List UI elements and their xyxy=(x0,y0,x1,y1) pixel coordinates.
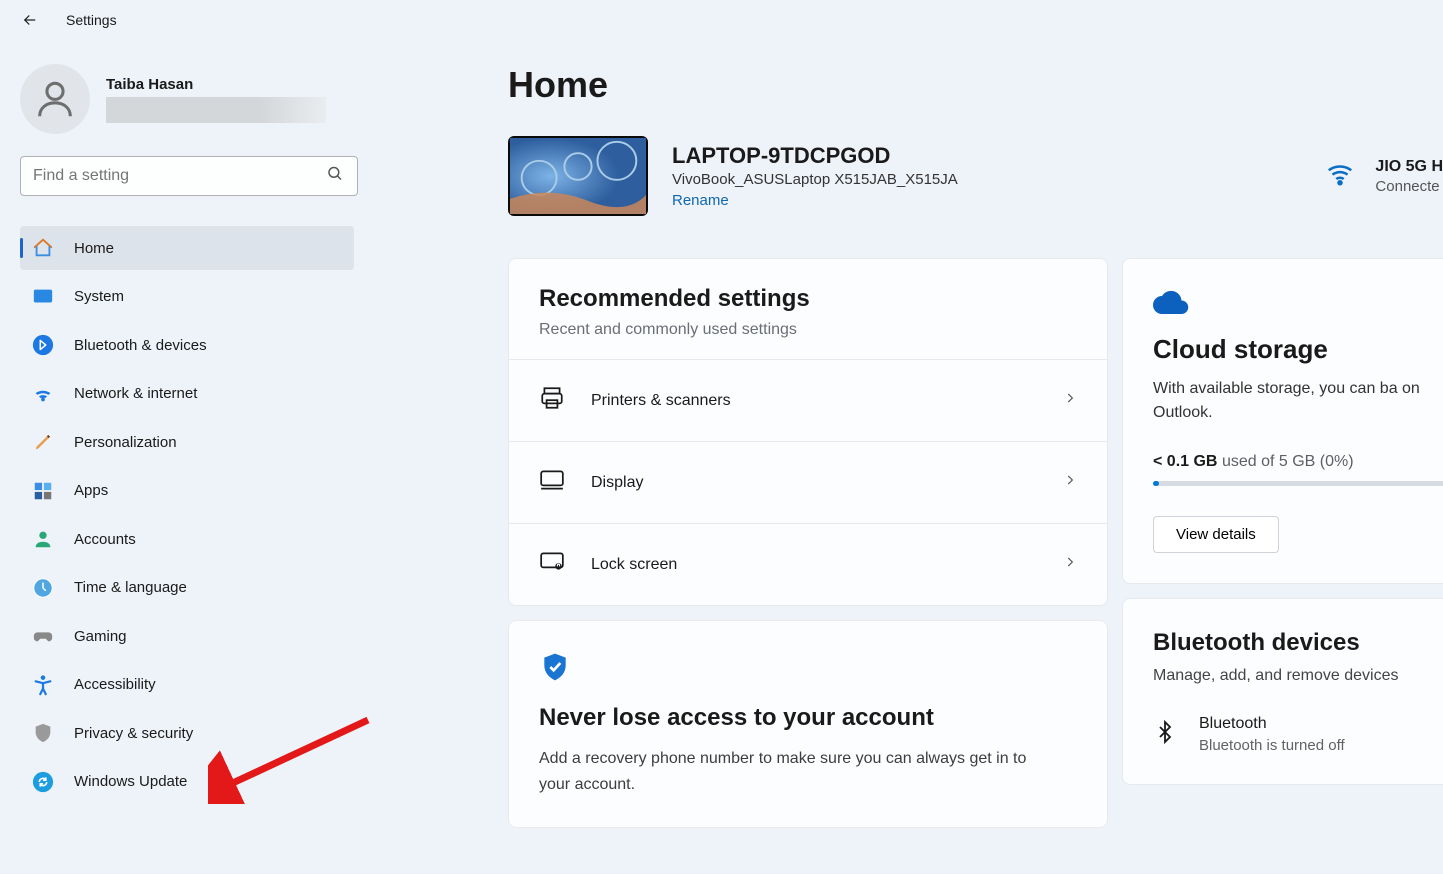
cloud-storage-card: Cloud storage With available storage, yo… xyxy=(1122,258,1443,584)
account-icon xyxy=(32,528,54,550)
list-item-printers[interactable]: Printers & scanners xyxy=(509,359,1107,441)
main-content: Home LAPTOP-9TDCPGOD VivoBook_ASUSLaptop… xyxy=(360,44,1443,874)
sidebar-item-label: Accounts xyxy=(74,531,136,548)
list-item-label: Printers & scanners xyxy=(591,392,731,410)
sidebar-item-label: Privacy & security xyxy=(74,725,193,742)
sidebar-item-apps[interactable]: Apps xyxy=(20,469,354,513)
sidebar-item-bluetooth[interactable]: Bluetooth & devices xyxy=(20,323,354,367)
device-thumbnail[interactable] xyxy=(508,136,648,216)
list-item-label: Lock screen xyxy=(591,556,677,574)
recommended-title: Recommended settings xyxy=(539,285,1077,313)
chevron-right-icon xyxy=(1063,473,1077,492)
arrow-left-icon xyxy=(21,11,39,29)
sidebar-item-label: Apps xyxy=(74,482,108,499)
home-icon xyxy=(32,237,54,259)
device-model: VivoBook_ASUSLaptop X515JAB_X515JA xyxy=(672,171,958,188)
view-details-button[interactable]: View details xyxy=(1153,516,1279,553)
profile-block[interactable]: Taiba Hasan xyxy=(20,44,354,156)
wifi-icon xyxy=(32,383,54,405)
sidebar-item-label: Network & internet xyxy=(74,385,197,402)
app-title: Settings xyxy=(66,12,117,28)
sidebar-item-label: Windows Update xyxy=(74,773,187,790)
sidebar-item-accounts[interactable]: Accounts xyxy=(20,517,354,561)
sidebar-item-label: System xyxy=(74,288,124,305)
accessibility-icon xyxy=(32,674,54,696)
bluetooth-row[interactable]: Bluetooth Bluetooth is turned off xyxy=(1153,685,1443,754)
sidebar-item-time[interactable]: Time & language xyxy=(20,566,354,610)
cloud-icon xyxy=(1153,302,1189,319)
sidebar-item-privacy[interactable]: Privacy & security xyxy=(20,711,354,755)
search-wrap xyxy=(20,156,358,196)
device-name: LAPTOP-9TDCPGOD xyxy=(672,143,958,169)
monitor-icon xyxy=(32,286,54,308)
profile-name: Taiba Hasan xyxy=(106,76,326,93)
sidebar-item-personalization[interactable]: Personalization xyxy=(20,420,354,464)
bluetooth-icon xyxy=(32,334,54,356)
search-icon xyxy=(326,165,344,188)
apps-icon xyxy=(32,480,54,502)
account-recovery-subtitle: Add a recovery phone number to make sure… xyxy=(539,746,1059,797)
recommended-subtitle: Recent and commonly used settings xyxy=(539,321,1077,339)
wifi-icon xyxy=(1325,159,1355,194)
lockscreen-icon xyxy=(539,549,565,580)
sidebar-item-label: Time & language xyxy=(74,579,187,596)
chevron-right-icon xyxy=(1063,555,1077,574)
profile-subtext-redacted xyxy=(106,97,326,123)
wifi-substatus: Connecte xyxy=(1375,178,1443,195)
avatar xyxy=(20,64,90,134)
cloud-usage-text: < 0.1 GB used of 5 GB (0%) xyxy=(1153,453,1443,471)
printer-icon xyxy=(539,385,565,416)
person-icon xyxy=(32,76,78,122)
bluetooth-item-status: Bluetooth is turned off xyxy=(1199,737,1345,754)
sidebar-item-label: Personalization xyxy=(74,434,177,451)
recommended-card: Recommended settings Recent and commonly… xyxy=(508,258,1108,606)
bluetooth-icon xyxy=(1153,720,1177,749)
sidebar-item-network[interactable]: Network & internet xyxy=(20,372,354,416)
sidebar-item-label: Home xyxy=(74,240,114,257)
device-row: LAPTOP-9TDCPGOD VivoBook_ASUSLaptop X515… xyxy=(508,136,1443,216)
list-item-lockscreen[interactable]: Lock screen xyxy=(509,523,1107,605)
search-input[interactable] xyxy=(20,156,358,196)
bluetooth-item-name: Bluetooth xyxy=(1199,715,1345,733)
rename-link[interactable]: Rename xyxy=(672,192,729,209)
sidebar-item-accessibility[interactable]: Accessibility xyxy=(20,663,354,707)
clock-globe-icon xyxy=(32,577,54,599)
sidebar: Taiba Hasan Home System Bluetooth & devi… xyxy=(20,44,360,874)
display-icon xyxy=(539,467,565,498)
cloud-subtitle: With available storage, you can ba on Ou… xyxy=(1153,377,1443,425)
gamepad-icon xyxy=(32,625,54,647)
bluetooth-card: Bluetooth devices Manage, add, and remov… xyxy=(1122,598,1443,785)
sidebar-nav: Home System Bluetooth & devices Network … xyxy=(20,226,354,808)
list-item-display[interactable]: Display xyxy=(509,441,1107,523)
sidebar-item-gaming[interactable]: Gaming xyxy=(20,614,354,658)
bluetooth-title: Bluetooth devices xyxy=(1153,629,1443,657)
sidebar-item-windows-update[interactable]: Windows Update xyxy=(20,760,354,804)
shield-icon xyxy=(32,722,54,744)
sidebar-item-system[interactable]: System xyxy=(20,275,354,319)
sidebar-item-label: Gaming xyxy=(74,628,127,645)
cloud-title: Cloud storage xyxy=(1153,334,1443,365)
account-recovery-title: Never lose access to your account xyxy=(539,704,1077,732)
cloud-usage-bar xyxy=(1153,481,1443,486)
titlebar: Settings xyxy=(0,0,1443,44)
update-icon xyxy=(32,771,54,793)
account-recovery-card: Never lose access to your account Add a … xyxy=(508,620,1108,828)
sidebar-item-label: Accessibility xyxy=(74,676,156,693)
sidebar-item-home[interactable]: Home xyxy=(20,226,354,270)
list-item-label: Display xyxy=(591,474,643,492)
paintbrush-icon xyxy=(32,431,54,453)
wifi-name: JIO 5G H xyxy=(1375,158,1443,176)
shield-check-icon xyxy=(539,670,571,687)
page-title: Home xyxy=(508,64,1443,106)
back-button[interactable] xyxy=(20,10,40,30)
wifi-status[interactable]: JIO 5G H Connecte xyxy=(1325,158,1443,195)
sidebar-item-label: Bluetooth & devices xyxy=(74,337,207,354)
bluetooth-subtitle: Manage, add, and remove devices xyxy=(1153,667,1443,685)
chevron-right-icon xyxy=(1063,391,1077,410)
